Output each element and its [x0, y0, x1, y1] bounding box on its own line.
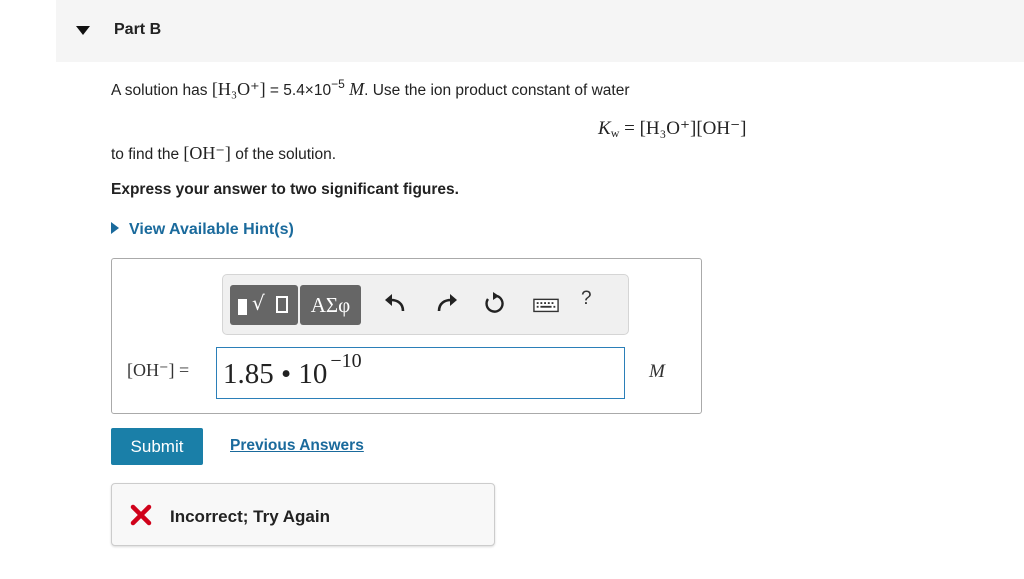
answer-unit: M [649, 361, 665, 382]
submit-button[interactable]: Submit [111, 428, 203, 465]
answer-mantissa: 1.85 • 10 [223, 358, 328, 390]
problem-line-2: to find the [OH⁻] of the solution. [111, 143, 336, 164]
problem-line2-prefix: to find the [111, 146, 180, 163]
answer-panel: √ ΑΣφ ? [OH⁻] = 1.85 • 10 −10 M [111, 258, 702, 414]
hint-label: View Available Hint(s) [129, 221, 294, 238]
view-hints-link[interactable]: View Available Hint(s) [111, 221, 294, 239]
answer-exponent: −10 [330, 350, 362, 372]
help-button[interactable]: ? [581, 288, 592, 310]
templates-icon[interactable]: √ [230, 285, 298, 325]
feedback-box: Incorrect; Try Again [111, 483, 495, 546]
problem-line-1: A solution has [H₃O⁺] = 5.4×10−5 M. Use … [111, 77, 629, 100]
previous-answers-link[interactable]: Previous Answers [230, 437, 364, 455]
part-header: Part B [56, 0, 1024, 62]
greek-symbols-button[interactable]: ΑΣφ [300, 285, 361, 325]
kw-symbol: K [598, 118, 611, 139]
kw-equation: Kw = [H₃O⁺][OH⁻] [598, 117, 746, 141]
x-icon [130, 504, 152, 526]
answer-oh-formula: [OH⁻] = [127, 360, 190, 380]
problem-text-prefix: A solution has [111, 82, 208, 99]
kw-expression: = [H₃O⁺][OH⁻] [624, 118, 747, 139]
answer-input[interactable]: 1.85 • 10 −10 [216, 347, 625, 399]
molar-unit: M [349, 79, 365, 99]
problem-text-suffix: . Use the ion product constant of water [364, 82, 630, 99]
expand-triangle-icon [111, 222, 119, 234]
oh-formula: [OH⁻] [183, 143, 231, 163]
concentration-exponent: −5 [331, 77, 345, 91]
collapse-toggle-icon[interactable] [76, 26, 90, 35]
math-toolbar: √ ΑΣφ ? [222, 274, 629, 335]
keyboard-icon[interactable] [533, 289, 561, 319]
part-title: Part B [114, 21, 162, 38]
feedback-text: Incorrect; Try Again [170, 507, 330, 526]
instruction-text: Express your answer to two significant f… [111, 181, 459, 198]
kw-subscript: w [610, 126, 620, 140]
undo-icon[interactable] [383, 289, 409, 319]
answer-label: [OH⁻] = [127, 360, 189, 381]
reset-icon[interactable] [481, 289, 507, 319]
redo-icon[interactable] [433, 289, 459, 319]
concentration-value: = 5.4×10 [269, 82, 332, 99]
problem-line2-suffix: of the solution. [235, 146, 337, 163]
h3o-formula: [H₃O⁺] [211, 79, 266, 99]
answer-value: 1.85 • 10 −10 [223, 350, 362, 391]
